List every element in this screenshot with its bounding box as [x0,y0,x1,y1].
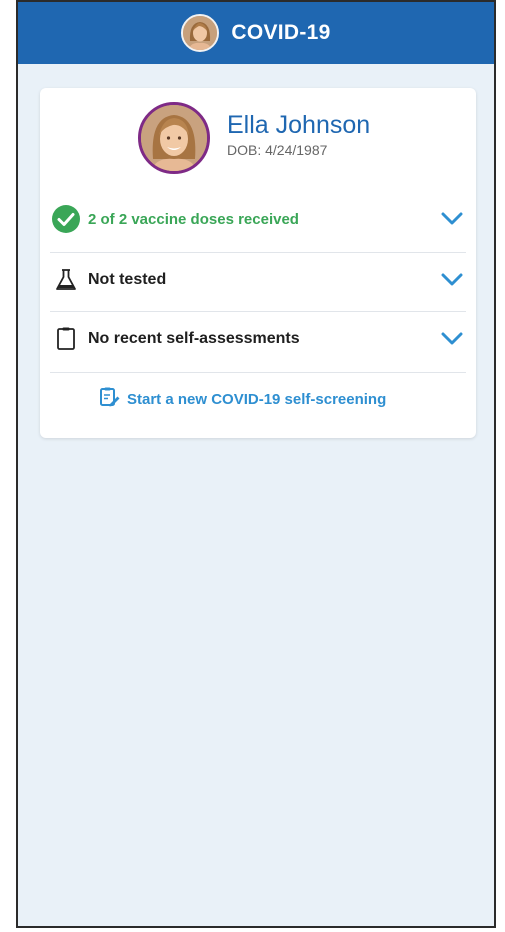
header-avatar[interactable] [181,14,220,52]
chevron-down-icon[interactable] [438,325,466,353]
self-assessment-row[interactable]: No recent self-assessments [50,312,466,366]
flask-icon [50,264,82,296]
chevron-down-icon[interactable] [438,205,466,233]
app-header: COVID-19 [18,2,494,64]
patient-name: Ella Johnson [227,111,371,139]
covid-status-card: Ella Johnson DOB: 4/24/1987 2 of 2 vacci… [40,88,476,438]
clipboard-edit-icon [98,386,120,413]
divider [50,372,466,373]
patient-dob: DOB: 4/24/1987 [227,142,328,158]
start-self-screening-label: Start a new COVID-19 self-screening [127,391,387,408]
self-assessment-label: No recent self-assessments [88,330,300,347]
check-circle-icon [50,203,82,235]
vaccine-status-label: 2 of 2 vaccine doses received [88,210,299,228]
profile-photo-icon [183,16,218,50]
test-status-row[interactable]: Not tested [50,253,466,307]
page-title: COVID-19 [231,21,331,44]
patient-profile: Ella Johnson DOB: 4/24/1987 [138,102,370,174]
profile-photo-icon [141,105,207,171]
avatar [138,102,210,174]
start-self-screening-link[interactable]: Start a new COVID-19 self-screening [98,386,386,413]
test-status-label: Not tested [88,271,167,288]
chevron-down-icon[interactable] [438,266,466,294]
vaccine-status-row[interactable]: 2 of 2 vaccine doses received [50,192,466,246]
clipboard-icon [50,323,82,355]
phone-frame: COVID-19 Ella Johnson DOB: 4/24/1987 2 o… [16,0,496,928]
